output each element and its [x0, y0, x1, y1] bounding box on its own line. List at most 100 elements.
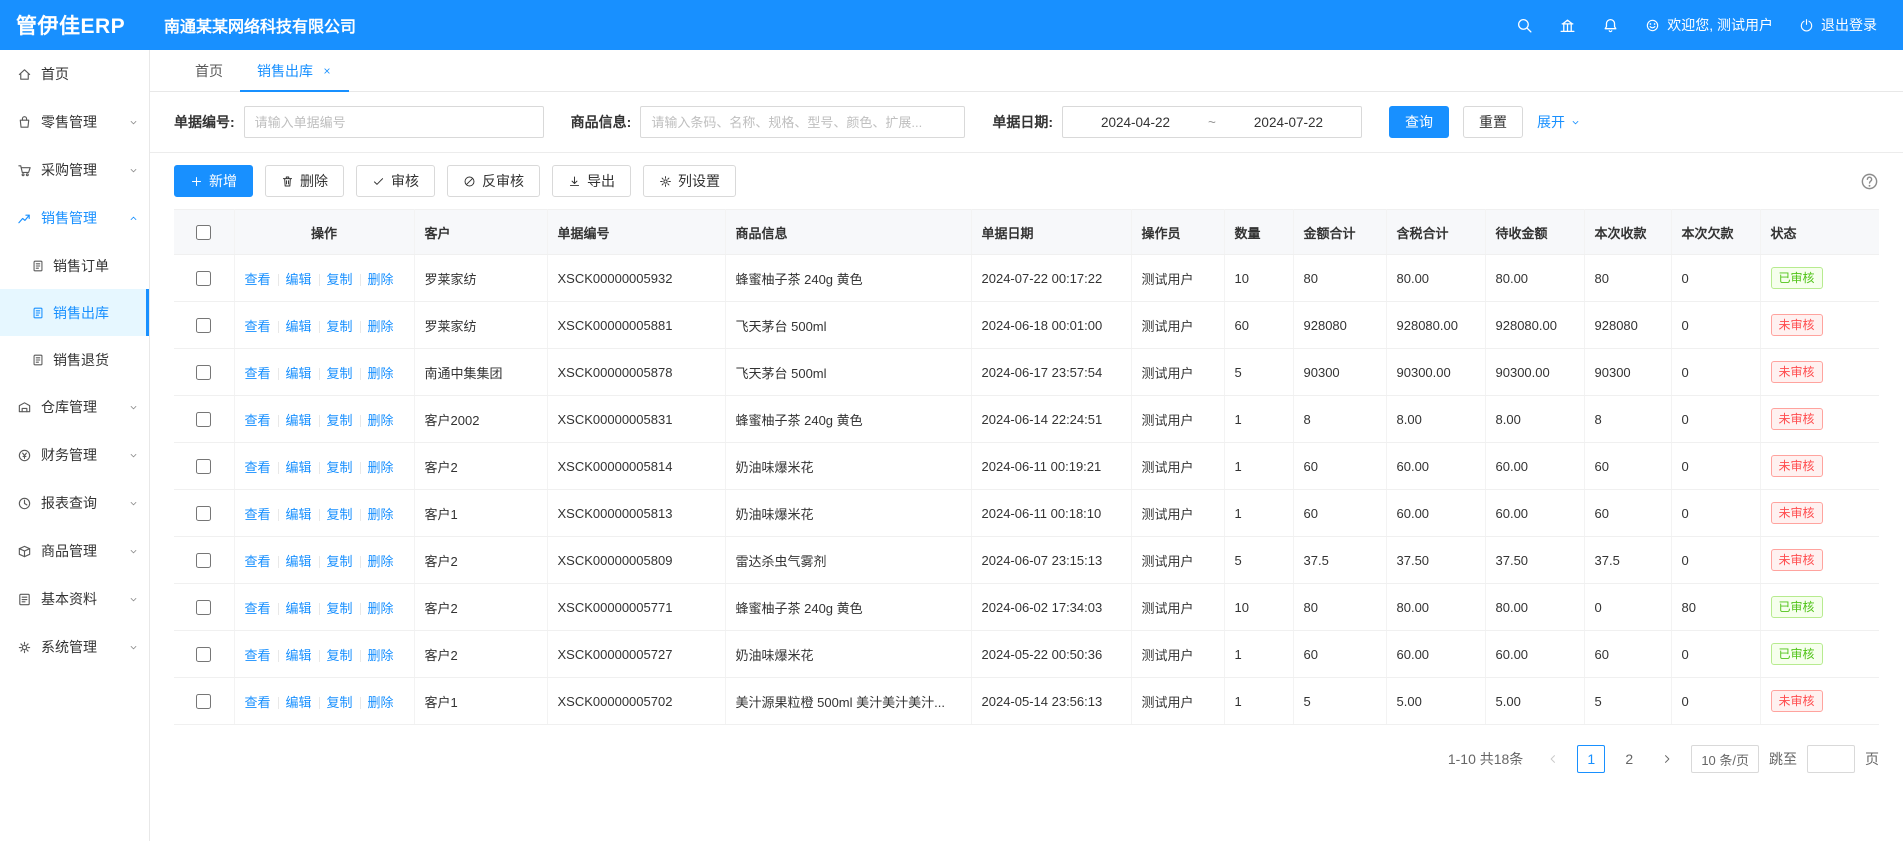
- date-range-picker[interactable]: 2024-04-22 ~ 2024-07-22: [1062, 106, 1362, 138]
- copy-link[interactable]: 复制: [327, 554, 353, 569]
- sidebar-item-system[interactable]: 系统管理: [0, 623, 149, 671]
- copy-link[interactable]: 复制: [327, 319, 353, 334]
- edit-link[interactable]: 编辑: [286, 319, 312, 334]
- bell-icon[interactable]: [1602, 17, 1619, 34]
- delete-link[interactable]: 删除: [368, 648, 394, 663]
- row-checkbox[interactable]: [196, 365, 211, 380]
- delete-link[interactable]: 删除: [368, 366, 394, 381]
- search-button[interactable]: 查询: [1389, 106, 1449, 138]
- edit-link[interactable]: 编辑: [286, 272, 312, 287]
- column-header-2: 单据编号: [547, 210, 725, 255]
- delete-link[interactable]: 删除: [368, 507, 394, 522]
- edit-link[interactable]: 编辑: [286, 507, 312, 522]
- view-link[interactable]: 查看: [245, 695, 271, 710]
- date-end-value[interactable]: 2024-07-22: [1254, 115, 1323, 130]
- edit-link[interactable]: 编辑: [286, 554, 312, 569]
- view-link[interactable]: 查看: [245, 648, 271, 663]
- edit-link[interactable]: 编辑: [286, 695, 312, 710]
- view-link[interactable]: 查看: [245, 460, 271, 475]
- date-start-value[interactable]: 2024-04-22: [1101, 115, 1170, 130]
- page-button-1[interactable]: 1: [1577, 745, 1605, 773]
- select-all-header-cell: [174, 210, 234, 255]
- unaudit-button[interactable]: 反审核: [447, 165, 540, 197]
- sidebar-item-purchase[interactable]: 采购管理: [0, 146, 149, 194]
- product-cell: 飞天茅台 500ml: [725, 302, 971, 349]
- delete-link[interactable]: 删除: [368, 554, 394, 569]
- copy-link[interactable]: 复制: [327, 695, 353, 710]
- jump-to-input[interactable]: [1807, 745, 1855, 773]
- delete-link[interactable]: 删除: [368, 319, 394, 334]
- building-icon[interactable]: [1559, 17, 1576, 34]
- sidebar-item-retail[interactable]: 零售管理: [0, 98, 149, 146]
- copy-link[interactable]: 复制: [327, 366, 353, 381]
- close-icon[interactable]: [322, 66, 332, 76]
- sidebar-item-finance[interactable]: 财务管理: [0, 431, 149, 479]
- delete-link[interactable]: 删除: [368, 460, 394, 475]
- prev-page-button[interactable]: [1539, 745, 1567, 773]
- row-checkbox[interactable]: [196, 506, 211, 521]
- bill-no-input[interactable]: [244, 106, 544, 138]
- delete-link[interactable]: 删除: [368, 413, 394, 428]
- product-cell: 奶油味爆米花: [725, 443, 971, 490]
- row-actions-cell: 查看编辑复制删除: [234, 255, 414, 302]
- copy-link[interactable]: 复制: [327, 507, 353, 522]
- view-link[interactable]: 查看: [245, 601, 271, 616]
- view-link[interactable]: 查看: [245, 319, 271, 334]
- sidebar-item-warehouse[interactable]: 仓库管理: [0, 383, 149, 431]
- row-checkbox[interactable]: [196, 600, 211, 615]
- sidebar-item-basic[interactable]: 基本资料: [0, 575, 149, 623]
- page-button-2[interactable]: 2: [1615, 745, 1643, 773]
- page-size-select[interactable]: 10 条/页: [1691, 745, 1759, 773]
- welcome-user[interactable]: 欢迎您, 测试用户: [1645, 15, 1773, 35]
- search-icon[interactable]: [1516, 17, 1533, 34]
- edit-link[interactable]: 编辑: [286, 366, 312, 381]
- column-settings-button[interactable]: 列设置: [643, 165, 736, 197]
- filter-actions: 查询 重置 展开: [1389, 106, 1581, 138]
- logout-button[interactable]: 退出登录: [1799, 15, 1877, 35]
- row-checkbox[interactable]: [196, 459, 211, 474]
- row-checkbox[interactable]: [196, 647, 211, 662]
- help-icon[interactable]: [1860, 172, 1879, 191]
- row-checkbox[interactable]: [196, 553, 211, 568]
- sidebar-subitem-sales-outbound[interactable]: 销售出库: [0, 289, 149, 336]
- audit-button[interactable]: 审核: [356, 165, 435, 197]
- row-checkbox[interactable]: [196, 412, 211, 427]
- expand-link[interactable]: 展开: [1537, 112, 1581, 132]
- view-link[interactable]: 查看: [245, 366, 271, 381]
- product-input[interactable]: [640, 106, 965, 138]
- copy-link[interactable]: 复制: [327, 601, 353, 616]
- reset-button[interactable]: 重置: [1463, 106, 1523, 138]
- add-button[interactable]: 新增: [174, 165, 253, 197]
- delete-link[interactable]: 删除: [368, 695, 394, 710]
- export-button[interactable]: 导出: [552, 165, 631, 197]
- next-page-button[interactable]: [1653, 745, 1681, 773]
- copy-link[interactable]: 复制: [327, 648, 353, 663]
- view-link[interactable]: 查看: [245, 272, 271, 287]
- row-checkbox[interactable]: [196, 694, 211, 709]
- sidebar-item-home[interactable]: 首页: [0, 50, 149, 98]
- copy-link[interactable]: 复制: [327, 272, 353, 287]
- select-all-checkbox[interactable]: [196, 225, 211, 240]
- tab-sales-outbound[interactable]: 销售出库: [240, 50, 349, 91]
- sidebar-item-sales[interactable]: 销售管理: [0, 194, 149, 242]
- sidebar-item-report[interactable]: 报表查询: [0, 479, 149, 527]
- view-link[interactable]: 查看: [245, 554, 271, 569]
- row-checkbox[interactable]: [196, 318, 211, 333]
- edit-link[interactable]: 编辑: [286, 413, 312, 428]
- sidebar-subitem-sales-return[interactable]: 销售退货: [0, 336, 149, 383]
- edit-link[interactable]: 编辑: [286, 460, 312, 475]
- tab-home[interactable]: 首页: [178, 50, 240, 91]
- copy-link[interactable]: 复制: [327, 413, 353, 428]
- edit-link[interactable]: 编辑: [286, 648, 312, 663]
- row-checkbox[interactable]: [196, 271, 211, 286]
- action-divider: [278, 697, 279, 709]
- copy-link[interactable]: 复制: [327, 460, 353, 475]
- delete-button[interactable]: 删除: [265, 165, 344, 197]
- delete-link[interactable]: 删除: [368, 272, 394, 287]
- view-link[interactable]: 查看: [245, 413, 271, 428]
- sidebar-subitem-sales-order[interactable]: 销售订单: [0, 242, 149, 289]
- view-link[interactable]: 查看: [245, 507, 271, 522]
- sidebar-item-goods[interactable]: 商品管理: [0, 527, 149, 575]
- edit-link[interactable]: 编辑: [286, 601, 312, 616]
- delete-link[interactable]: 删除: [368, 601, 394, 616]
